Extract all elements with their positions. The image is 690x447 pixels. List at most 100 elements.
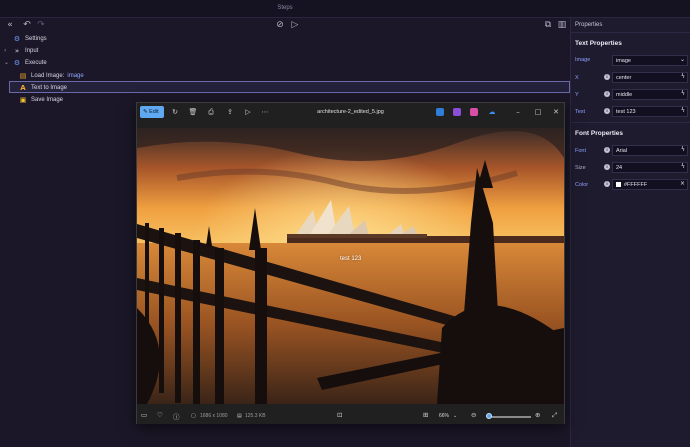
- tree-item-execute[interactable]: ⚙ Execute: [13, 57, 47, 69]
- step-value: image: [67, 73, 84, 79]
- x-field[interactable]: center ϟ: [612, 72, 688, 83]
- fit-screen-icon[interactable]: ⊞: [423, 411, 428, 419]
- onedrive-icon[interactable]: ☁: [487, 107, 497, 117]
- gear-icon: ⚙: [13, 35, 21, 43]
- font-field[interactable]: Arial ϟ: [612, 145, 688, 156]
- info-icon[interactable]: i: [604, 91, 610, 97]
- step-label: Load Image:: [31, 73, 65, 79]
- color-swatch[interactable]: [616, 182, 621, 187]
- export-icon[interactable]: ⧉: [542, 19, 554, 31]
- execute-icon: ⚙: [13, 59, 21, 67]
- font-label: Font: [575, 148, 587, 154]
- selected-step-highlight: [9, 81, 570, 93]
- image-size-icon: ▢: [191, 413, 196, 419]
- x-value: center: [616, 75, 632, 81]
- step-text-to-image[interactable]: A Text to Image: [19, 82, 67, 94]
- text-icon: A: [20, 84, 26, 92]
- collapse-icon[interactable]: «: [4, 19, 16, 31]
- color-label: Color: [575, 182, 589, 188]
- crop-select-icon[interactable]: ⊡: [337, 411, 342, 419]
- lightning-icon: ϟ: [681, 146, 685, 153]
- tree-item-input[interactable]: » Input: [13, 45, 39, 57]
- font-value: Arial: [616, 148, 628, 154]
- undo-icon[interactable]: ↶: [21, 19, 33, 31]
- info-icon[interactable]: i: [604, 108, 610, 114]
- redo-icon[interactable]: ↷: [35, 19, 47, 31]
- image-select[interactable]: image ⌄: [612, 55, 688, 66]
- text-properties-title: Text Properties: [575, 40, 622, 47]
- file-image-icon: ▤: [19, 72, 27, 80]
- info-icon[interactable]: ⓘ: [173, 411, 180, 421]
- filmstrip-icon[interactable]: ▭: [141, 411, 147, 419]
- chevron-down-icon[interactable]: ⌄: [4, 59, 9, 66]
- tree-item-label: Input: [25, 48, 39, 54]
- info-icon[interactable]: i: [604, 164, 610, 170]
- chevron-down-icon: ⌄: [679, 56, 685, 63]
- file-size-icon: ▤: [237, 413, 242, 419]
- run-icon[interactable]: ▷: [289, 19, 301, 31]
- lightning-icon: ϟ: [681, 107, 685, 114]
- text-label: Text: [575, 109, 586, 115]
- image-label: Image: [575, 57, 591, 63]
- text-value: test 123: [616, 109, 636, 115]
- chevron-right-icon[interactable]: ›: [4, 47, 6, 54]
- size-value: 24: [616, 165, 623, 171]
- panel-toggle-icon[interactable]: ▥: [556, 19, 568, 31]
- app-icon-b[interactable]: [453, 108, 461, 116]
- divider: [571, 32, 690, 33]
- zoom-slider[interactable]: [487, 416, 531, 418]
- viewer-toolbar: ✎ Edit ↻ 🗑 ⎙ ⇪ ▷ ⋯ architecture-2_edited…: [137, 103, 564, 122]
- file-size: 125.3 KB: [245, 413, 266, 419]
- step-load-image[interactable]: ▤ Load Image: image: [19, 70, 84, 82]
- fullscreen-icon[interactable]: ⤢: [552, 411, 557, 420]
- zoom-in-icon[interactable]: ⊕: [535, 411, 540, 419]
- close-icon[interactable]: ×: [680, 181, 685, 187]
- size-label: Size: [575, 165, 586, 171]
- y-field[interactable]: middle ϟ: [612, 89, 688, 100]
- lightning-icon: ϟ: [681, 90, 685, 97]
- maximize-icon[interactable]: □: [533, 107, 543, 117]
- info-icon[interactable]: i: [604, 147, 610, 153]
- file-name: architecture-2_edited_5.jpg: [317, 109, 384, 115]
- font-properties-title: Font Properties: [575, 130, 624, 137]
- y-value: middle: [616, 92, 633, 98]
- steps-toolbar: « ↶ ↷ ⊘ ▷ ⧉ ▥: [0, 18, 570, 32]
- x-label: X: [575, 75, 579, 81]
- viewer-status-bar: ▭ ♡ ⓘ ▢ 1686 x 1080 ▤ 125.3 KB ⊡ ⊞ 66% ⌄…: [137, 408, 564, 424]
- app-icon-c[interactable]: [470, 108, 478, 116]
- zoom-out-icon[interactable]: ⊖: [471, 411, 476, 419]
- stop-icon[interactable]: ⊘: [274, 19, 286, 31]
- color-value: #FFFFFF: [624, 182, 648, 188]
- zoom-level[interactable]: 66%: [439, 413, 449, 419]
- window-title: Steps: [277, 5, 293, 11]
- tree-item-settings[interactable]: ⚙ Settings: [13, 33, 47, 45]
- step-label: Save Image: [31, 97, 64, 103]
- overlay-text: test 123: [340, 256, 362, 262]
- color-field[interactable]: #FFFFFF ×: [612, 179, 688, 190]
- close-icon[interactable]: ✕: [551, 107, 561, 117]
- tree-item-label: Settings: [25, 36, 47, 42]
- title-bar: Steps: [0, 0, 690, 18]
- harbour-photo: [137, 128, 564, 404]
- lightning-icon: ϟ: [681, 73, 685, 80]
- tree-item-label: Execute: [25, 60, 47, 66]
- info-icon[interactable]: i: [604, 74, 610, 80]
- text-field[interactable]: test 123 ϟ: [612, 106, 688, 117]
- step-save-image[interactable]: ▣ Save Image: [19, 94, 63, 106]
- minimize-icon[interactable]: –: [513, 107, 523, 117]
- divider: [571, 122, 690, 123]
- properties-panel: Properties Text Properties Image image ⌄…: [570, 18, 690, 447]
- y-label: Y: [575, 92, 579, 98]
- properties-header: Properties: [575, 22, 603, 28]
- favorite-icon[interactable]: ♡: [157, 411, 163, 419]
- image-dimensions: 1686 x 1080: [200, 413, 228, 419]
- chevron-down-icon[interactable]: ⌄: [453, 413, 457, 419]
- app-icon-a[interactable]: [436, 108, 444, 116]
- save-icon: ▣: [19, 96, 27, 104]
- photo-viewer-window: ✎ Edit ↻ 🗑 ⎙ ⇪ ▷ ⋯ architecture-2_edited…: [136, 102, 565, 424]
- info-icon[interactable]: i: [604, 181, 610, 187]
- photo-canvas[interactable]: test 123: [137, 128, 564, 404]
- size-field[interactable]: 24 ϟ: [612, 162, 688, 173]
- zoom-slider-handle[interactable]: [486, 413, 493, 419]
- step-label: Text to Image: [31, 85, 68, 91]
